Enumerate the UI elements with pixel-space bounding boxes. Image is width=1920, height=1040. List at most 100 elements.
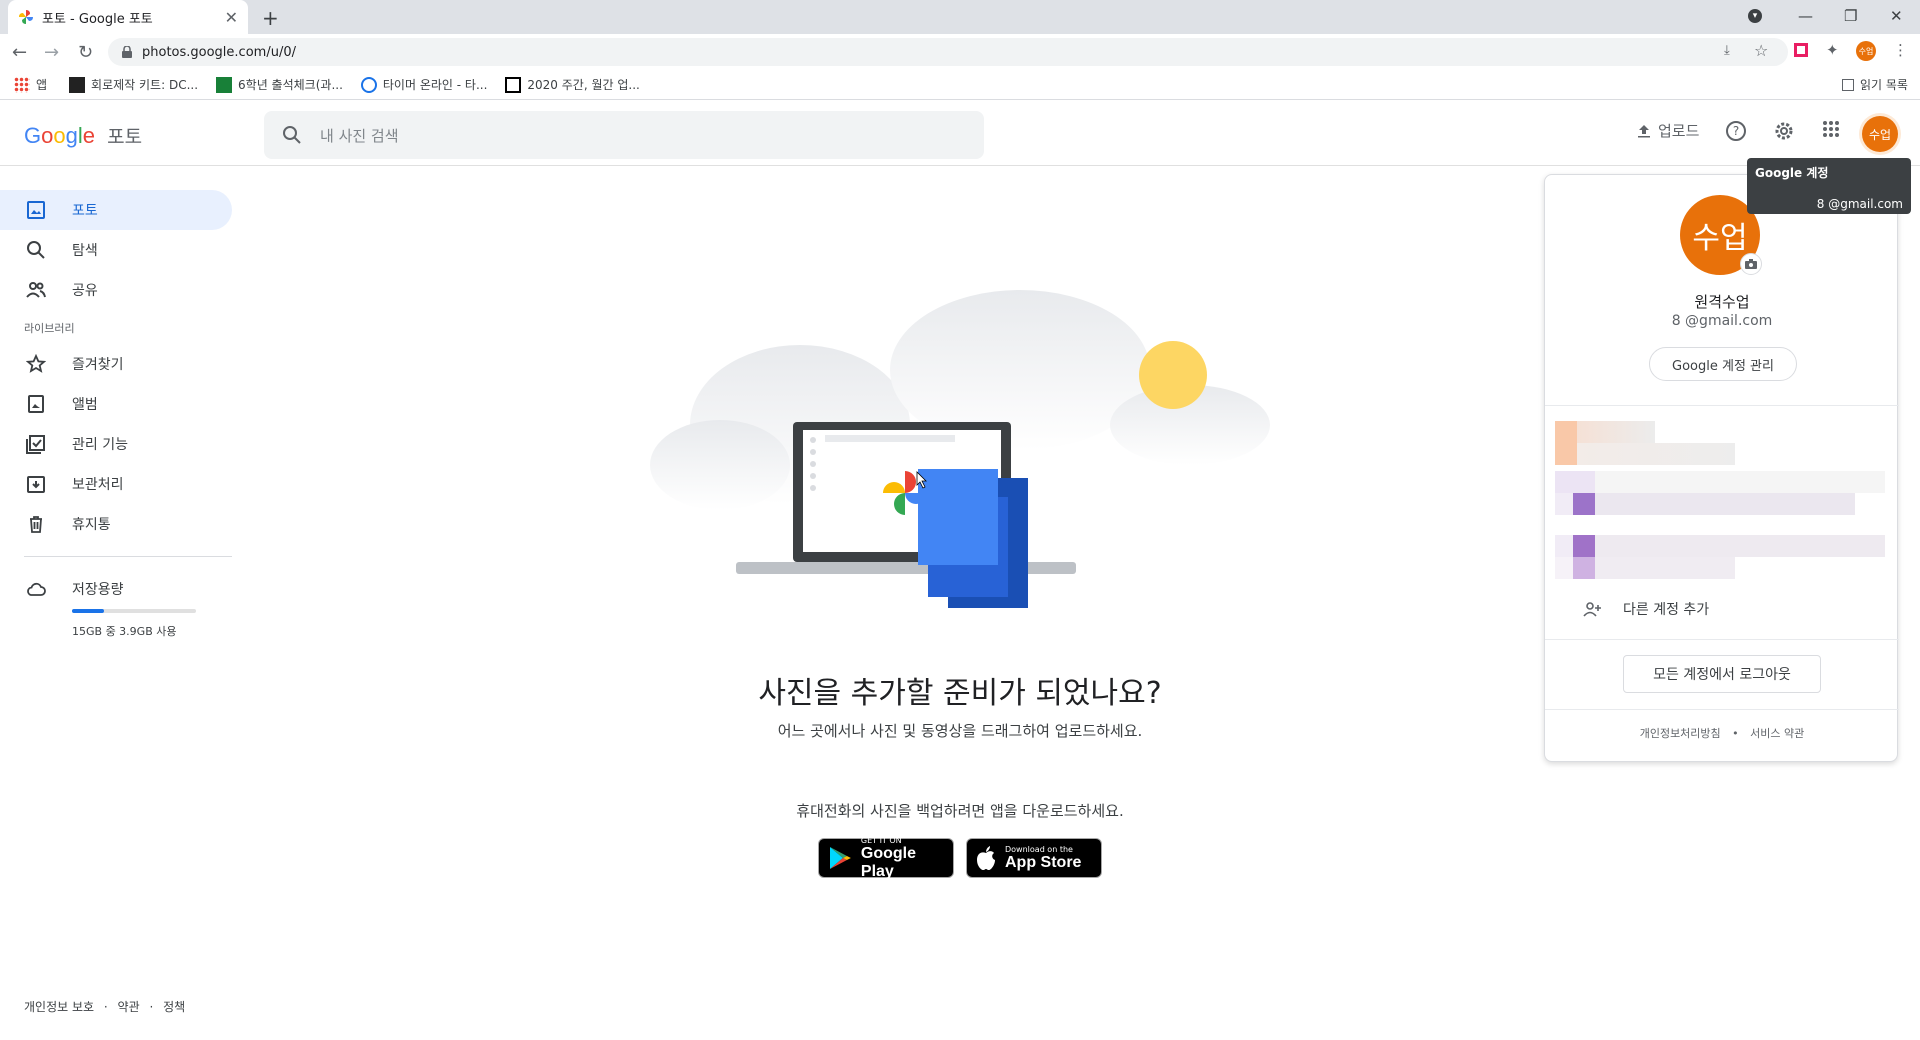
google-photos-logo[interactable]: Google 포토	[24, 122, 142, 149]
pdf-site-icon	[69, 76, 86, 93]
sun-shape	[1139, 341, 1207, 409]
search-box[interactable]: 내 사진 검색	[264, 111, 984, 159]
settings-gear-icon[interactable]	[1773, 120, 1795, 142]
album-icon	[28, 395, 44, 413]
redacted-account-row	[1555, 557, 1735, 579]
sidebar-item-utilities[interactable]: 관리 기능	[0, 424, 240, 464]
policy-link[interactable]: 정책	[163, 1000, 185, 1014]
logout-all-button[interactable]: 모든 계정에서 로그아웃	[1623, 655, 1821, 693]
bookmark-apps[interactable]: 앱	[14, 76, 47, 93]
reload-icon[interactable]: ↻	[78, 42, 93, 63]
search-icon	[27, 241, 45, 259]
sidebar: 포토 탐색 공유 라이브러리 즐겨찾기 앨범 관리 기능 보관처리 휴지통 저장…	[0, 190, 240, 639]
account-email: 8 @gmail.com	[1671, 313, 1773, 329]
redacted-account-row	[1555, 493, 1855, 515]
browser-menu-icon[interactable]: ⋮	[1893, 41, 1908, 59]
redacted-account-row	[1555, 471, 1885, 493]
cloud-icon	[27, 582, 46, 596]
redacted-account-row	[1555, 443, 1735, 465]
browser-profile-avatar[interactable]: 수업	[1856, 41, 1876, 61]
utilities-icon	[26, 435, 45, 454]
sidebar-item-photos[interactable]: 포토	[0, 190, 232, 230]
extension-icon[interactable]	[1794, 43, 1808, 57]
svg-text:?: ?	[1733, 124, 1739, 138]
star-icon	[26, 354, 46, 373]
account-menu: 수업 원격수업 8 @gmail.com Google 계정 관리 다른 계정 …	[1544, 174, 1899, 762]
bookmark-star-icon[interactable]: ☆	[1754, 41, 1768, 60]
sidebar-divider	[24, 556, 232, 557]
google-apps-icon[interactable]	[1822, 120, 1840, 138]
app-store-badge[interactable]: Download on the App Store	[966, 838, 1102, 878]
forward-icon[interactable]: →	[44, 42, 59, 63]
empty-state-title: 사진을 추가할 준비가 되었나요?	[758, 676, 1162, 711]
sidebar-item-storage[interactable]: 저장용량	[0, 577, 240, 601]
sidebar-item-explore[interactable]: 탐색	[0, 230, 240, 270]
photo-stack-front	[918, 469, 998, 565]
google-wordmark: Google	[24, 123, 96, 148]
app-download-prompt: 휴대전화의 사진을 백업하려면 앱을 다운로드하세요.	[796, 802, 1124, 820]
reading-list-icon	[1842, 78, 1854, 91]
notion-icon	[505, 76, 522, 93]
new-tab-icon[interactable]: +	[262, 6, 279, 30]
back-icon[interactable]: ←	[12, 42, 27, 63]
terms-of-service-link[interactable]: 서비스 약관	[1750, 727, 1804, 740]
sidebar-item-trash[interactable]: 휴지통	[0, 504, 240, 544]
help-icon[interactable]: ?	[1725, 120, 1747, 142]
install-app-icon[interactable]: ⤓	[1724, 43, 1730, 58]
browser-tab[interactable]: 포토 - Google 포토 ✕	[8, 0, 248, 34]
bookmark-item[interactable]: 회로제작 키트: DC...	[69, 76, 198, 93]
tab-title: 포토 - Google 포토	[42, 11, 153, 27]
google-play-badge[interactable]: GET IT ON Google Play	[818, 836, 954, 880]
empty-state-subtitle: 어느 곳에서나 사진 및 동영상을 드래그하여 업로드하세요.	[777, 722, 1143, 740]
privacy-link[interactable]: 개인정보 보호	[24, 1000, 94, 1014]
storage-usage-text: 15GB 중 3.9GB 사용	[72, 625, 177, 638]
search-placeholder: 내 사진 검색	[320, 126, 399, 145]
privacy-policy-link[interactable]: 개인정보처리방침	[1640, 727, 1721, 740]
redacted-account-row	[1555, 421, 1655, 443]
redacted-account-row	[1555, 535, 1885, 557]
terms-link[interactable]: 약관	[118, 1000, 140, 1014]
address-bar[interactable]: photos.google.com/u/0/	[108, 38, 1788, 66]
add-account-button[interactable]: 다른 계정 추가	[1583, 599, 1709, 619]
google-photos-favicon-icon	[19, 10, 33, 24]
library-section-header: 라이브러리	[24, 322, 75, 335]
sidebar-item-sharing[interactable]: 공유	[0, 270, 240, 310]
people-icon	[26, 282, 46, 298]
manage-account-button[interactable]: Google 계정 관리	[1649, 347, 1797, 381]
menu-divider	[1545, 709, 1899, 710]
tab-close-icon[interactable]: ✕	[225, 8, 238, 27]
extensions-puzzle-icon[interactable]: ✦	[1826, 41, 1839, 59]
photo-icon	[27, 201, 45, 219]
apps-grid-icon	[14, 76, 30, 93]
timer-check-icon	[360, 76, 377, 93]
tab-search-icon[interactable]: ▾	[1748, 0, 1762, 32]
empty-state-illustration	[650, 290, 1270, 608]
sidebar-item-archive[interactable]: 보관처리	[0, 464, 240, 504]
camera-icon[interactable]	[1740, 253, 1762, 275]
account-tooltip: Google 계정 8 @gmail.com	[1747, 158, 1911, 214]
close-window-icon[interactable]: ✕	[1890, 0, 1903, 32]
reading-list[interactable]: 읽기 목록	[1842, 76, 1908, 93]
bookmark-item[interactable]: 2020 주간, 월간 업...	[505, 76, 640, 93]
add-person-icon	[1583, 602, 1601, 617]
bookmarks-bar: 앱 회로제작 키트: DC... 6학년 출석체크(과... 타이머 온라인 -…	[0, 70, 1920, 100]
search-icon	[283, 126, 301, 144]
browser-tab-strip: 포토 - Google 포토 ✕ + ▾ — ❐ ✕	[0, 0, 1920, 34]
account-avatar-button[interactable]: 수업	[1862, 116, 1898, 152]
storage-progress-fill	[72, 609, 105, 613]
bookmark-item[interactable]: 타이머 온라인 - 타...	[360, 76, 487, 93]
upload-button[interactable]: 업로드	[1636, 120, 1699, 141]
menu-divider	[1545, 405, 1899, 406]
bookmark-item[interactable]: 6학년 출석체크(과...	[216, 76, 343, 93]
app-header: Google 포토 내 사진 검색 업로드 ? 수업	[0, 100, 1920, 166]
sheets-icon	[216, 76, 233, 93]
minimize-icon[interactable]: —	[1798, 0, 1813, 32]
sidebar-item-albums[interactable]: 앨범	[0, 384, 240, 424]
sidebar-item-favorites[interactable]: 즐겨찾기	[0, 344, 240, 384]
display-bar	[825, 435, 955, 442]
tooltip-title: Google 계정	[1755, 166, 1829, 180]
trash-icon	[30, 516, 42, 533]
cloud-shape	[650, 420, 790, 510]
account-footer: 개인정보처리방침 • 서비스 약관	[1639, 727, 1805, 740]
restore-icon[interactable]: ❐	[1844, 0, 1857, 32]
